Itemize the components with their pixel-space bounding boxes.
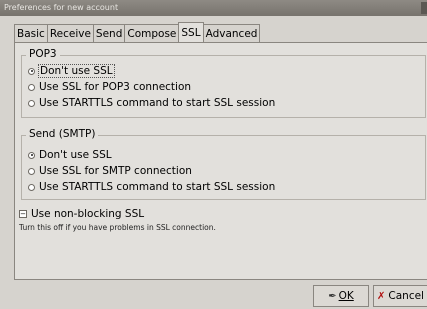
nonblocking-hint: Turn this off if you have problems in SS… xyxy=(19,223,216,232)
cancel-button-label: Cancel xyxy=(388,290,424,302)
cancel-button[interactable]: ✗ Cancel xyxy=(373,285,427,307)
checkbox-checked-icon[interactable]: − xyxy=(19,210,27,218)
pop3-group: POP3 Don't use SSL Use SSL for POP3 conn… xyxy=(21,48,426,118)
smtp-starttls-label: Use STARTTLS command to start SSL sessio… xyxy=(39,181,276,193)
nonblocking-ssl-label: Use non-blocking SSL xyxy=(31,208,145,220)
close-window-icon[interactable] xyxy=(421,2,427,14)
tab-ssl[interactable]: SSL xyxy=(178,22,204,42)
tab-receive[interactable]: Receive xyxy=(46,24,94,42)
window-title: Preferences for new account xyxy=(4,3,119,12)
radio-icon[interactable] xyxy=(28,99,35,107)
pop3-ssl-option[interactable]: Use SSL for POP3 connection xyxy=(28,80,191,94)
radio-selected-icon[interactable] xyxy=(28,151,35,159)
ok-button[interactable]: ✒ OK xyxy=(313,285,369,307)
button-bar: ✒ OK ✗ Cancel xyxy=(0,280,427,309)
ssl-panel: POP3 Don't use SSL Use SSL for POP3 conn… xyxy=(14,42,427,280)
smtp-group-label: Send (SMTP) xyxy=(26,128,99,140)
title-bar[interactable]: Preferences for new account xyxy=(0,0,427,16)
tab-advanced[interactable]: Advanced xyxy=(202,24,261,42)
smtp-ssl-option[interactable]: Use SSL for SMTP connection xyxy=(28,164,192,178)
tab-bar: Basic Receive Send Compose SSL Advanced xyxy=(14,22,261,43)
pen-icon: ✒ xyxy=(328,290,337,302)
tab-send[interactable]: Send xyxy=(92,24,126,42)
preferences-window: Preferences for new account Basic Receiv… xyxy=(0,0,427,309)
radio-icon[interactable] xyxy=(28,167,35,175)
radio-icon[interactable] xyxy=(28,83,35,91)
pop3-starttls-option[interactable]: Use STARTTLS command to start SSL sessio… xyxy=(28,96,275,110)
pop3-starttls-label: Use STARTTLS command to start SSL sessio… xyxy=(39,97,276,109)
close-icon: ✗ xyxy=(377,290,386,302)
smtp-ssl-label: Use SSL for SMTP connection xyxy=(39,165,192,177)
smtp-group: Send (SMTP) Don't use SSL Use SSL for SM… xyxy=(21,128,426,200)
smtp-no-ssl-option[interactable]: Don't use SSL xyxy=(28,148,112,162)
pop3-no-ssl-option[interactable]: Don't use SSL xyxy=(28,64,115,78)
pop3-no-ssl-label: Don't use SSL xyxy=(38,64,115,78)
radio-selected-icon[interactable] xyxy=(28,67,35,75)
radio-icon[interactable] xyxy=(28,183,35,191)
smtp-no-ssl-label: Don't use SSL xyxy=(39,149,112,161)
ok-button-label: OK xyxy=(338,290,354,302)
smtp-starttls-option[interactable]: Use STARTTLS command to start SSL sessio… xyxy=(28,180,275,194)
pop3-group-label: POP3 xyxy=(26,48,60,60)
tab-compose[interactable]: Compose xyxy=(124,24,180,42)
pop3-ssl-label: Use SSL for POP3 connection xyxy=(39,81,192,93)
nonblocking-ssl-checkbox[interactable]: − Use non-blocking SSL xyxy=(19,207,144,221)
tab-basic[interactable]: Basic xyxy=(14,24,48,42)
